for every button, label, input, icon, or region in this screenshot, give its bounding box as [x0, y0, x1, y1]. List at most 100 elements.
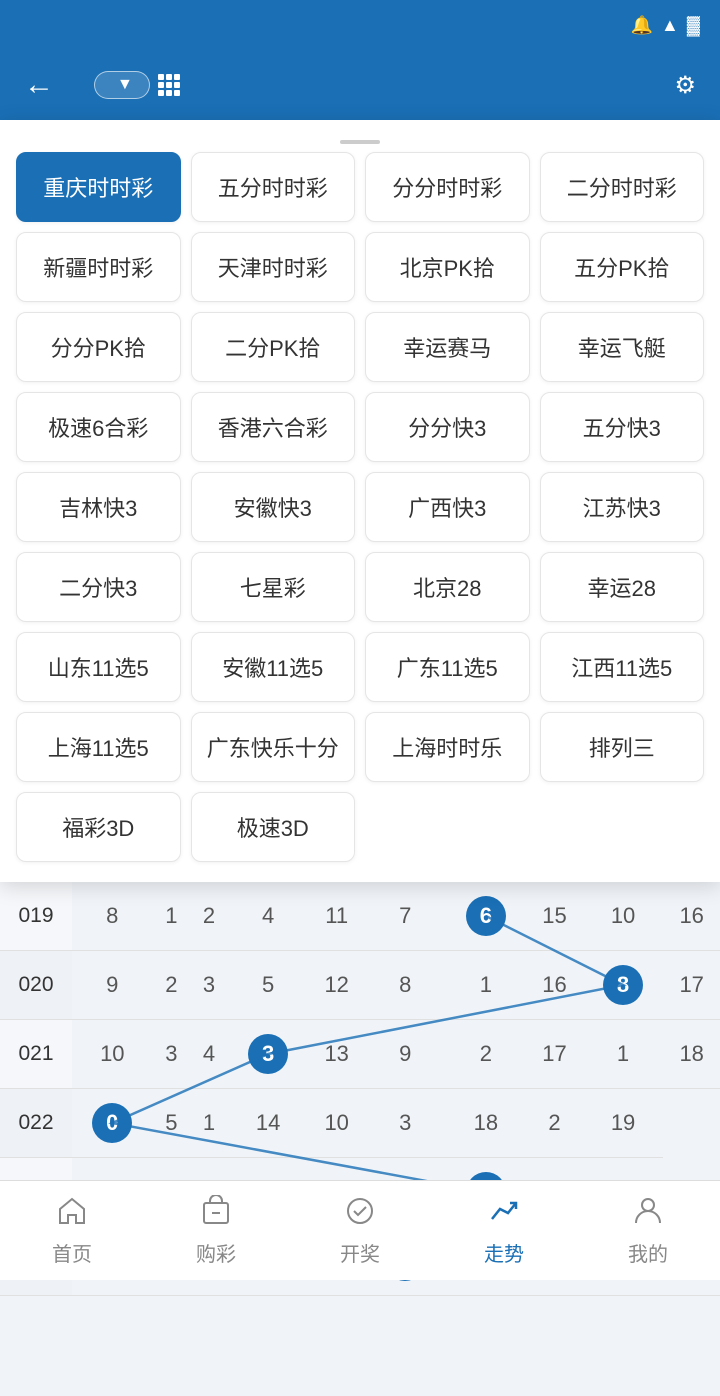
data-area: 0198124117615101602092351281168170211034…	[0, 882, 720, 1396]
data-cell: 3	[365, 1089, 446, 1158]
lottery-nav-icon	[200, 1195, 232, 1232]
data-cell: 5	[228, 951, 309, 1020]
game-item-g15[interactable]: 分分快3	[365, 392, 530, 462]
data-cell: 3	[153, 1020, 191, 1089]
status-icons: 🔔 ▲ ▓	[631, 15, 700, 36]
status-bar: 🔔 ▲ ▓	[0, 0, 720, 50]
game-item-g34[interactable]: 极速3D	[191, 792, 356, 862]
data-cell: 4	[228, 882, 309, 951]
game-item-g11[interactable]: 幸运赛马	[365, 312, 530, 382]
header-center: ▼	[86, 71, 662, 99]
highlight-circle: 0	[92, 1103, 132, 1143]
bottom-nav: 首页 购彩开奖走势 我的	[0, 1180, 720, 1280]
game-item-g14[interactable]: 香港六合彩	[191, 392, 356, 462]
data-cell: 4	[190, 1020, 228, 1089]
game-item-g6[interactable]: 天津时时彩	[191, 232, 356, 302]
game-item-g25[interactable]: 山东11选5	[16, 632, 181, 702]
home-nav-label: 首页	[52, 1238, 92, 1267]
nav-item-mine[interactable]: 我的	[576, 1181, 720, 1280]
data-cell: 3	[190, 951, 228, 1020]
data-cell: 17	[663, 951, 720, 1020]
game-item-g27[interactable]: 广东11选5	[365, 632, 530, 702]
game-item-g2[interactable]: 五分时时彩	[191, 152, 356, 222]
game-item-g29[interactable]: 上海11选5	[16, 712, 181, 782]
game-item-g21[interactable]: 二分快3	[16, 552, 181, 622]
highlight-circle: 8	[603, 965, 643, 1005]
data-cell: 10	[583, 882, 664, 951]
nav-item-lottery[interactable]: 购彩	[144, 1181, 288, 1280]
game-item-g5[interactable]: 新疆时时彩	[16, 232, 181, 302]
game-item-g24[interactable]: 幸运28	[540, 552, 705, 622]
data-cell: 0	[72, 1089, 153, 1158]
data-cell: 2	[153, 951, 191, 1020]
data-cell: 17	[526, 1020, 583, 1089]
highlight-circle: 3	[248, 1034, 288, 1074]
highlight-circle: 6	[466, 896, 506, 936]
back-button[interactable]: ←	[16, 64, 62, 106]
mine-nav-label: 我的	[628, 1238, 668, 1267]
game-item-g33[interactable]: 福彩3D	[16, 792, 181, 862]
period-cell: 022	[0, 1089, 72, 1158]
game-item-g1[interactable]: 重庆时时彩	[16, 152, 181, 222]
game-item-g23[interactable]: 北京28	[365, 552, 530, 622]
mine-nav-icon	[632, 1195, 664, 1232]
data-cell: 9	[365, 1020, 446, 1089]
grid-icon	[158, 74, 180, 96]
game-item-g7[interactable]: 北京PK拾	[365, 232, 530, 302]
data-cell: 13	[308, 1020, 365, 1089]
alarm-icon: 🔔	[631, 15, 653, 36]
data-cell: 2	[446, 1020, 527, 1089]
data-cell: 9	[72, 951, 153, 1020]
data-cell: 1	[190, 1089, 228, 1158]
game-item-g12[interactable]: 幸运飞艇	[540, 312, 705, 382]
game-item-g16[interactable]: 五分快3	[540, 392, 705, 462]
dropdown-button[interactable]: ▼	[94, 71, 150, 99]
game-item-g22[interactable]: 七星彩	[191, 552, 356, 622]
period-cell: 021	[0, 1020, 72, 1089]
game-item-g28[interactable]: 江西11选5	[540, 632, 705, 702]
dropdown-arrow-icon: ▼	[117, 76, 133, 94]
game-item-g17[interactable]: 吉林快3	[16, 472, 181, 542]
data-cell: 11	[308, 882, 365, 951]
game-item-g31[interactable]: 上海时时乐	[365, 712, 530, 782]
data-cell: 16	[663, 882, 720, 951]
game-item-g19[interactable]: 广西快3	[365, 472, 530, 542]
gear-icon[interactable]: ⚙	[674, 71, 696, 100]
game-grid: 重庆时时彩五分时时彩分分时时彩二分时时彩新疆时时彩天津时时彩北京PK拾五分PK拾…	[12, 152, 708, 862]
data-cell: 3	[228, 1020, 309, 1089]
wifi-icon: ▲	[661, 15, 679, 36]
game-item-g13[interactable]: 极速6合彩	[16, 392, 181, 462]
game-item-g20[interactable]: 江苏快3	[540, 472, 705, 542]
trend-nav-label: 走势	[484, 1238, 524, 1267]
data-cell: 1	[153, 882, 191, 951]
game-item-g26[interactable]: 安徽11选5	[191, 632, 356, 702]
game-item-g32[interactable]: 排列三	[540, 712, 705, 782]
data-cell: 18	[663, 1020, 720, 1089]
data-cell: 14	[228, 1089, 309, 1158]
scroll-indicator	[12, 136, 708, 152]
caizong-button[interactable]	[158, 74, 186, 96]
game-item-g9[interactable]: 分分PK拾	[16, 312, 181, 382]
data-cell: 1	[446, 951, 527, 1020]
data-cell: 18	[446, 1089, 527, 1158]
data-cell: 8	[583, 951, 664, 1020]
nav-item-home[interactable]: 首页	[0, 1181, 144, 1280]
data-cell: 5	[153, 1089, 191, 1158]
game-item-g10[interactable]: 二分PK拾	[191, 312, 356, 382]
game-item-g8[interactable]: 五分PK拾	[540, 232, 705, 302]
game-item-g4[interactable]: 二分时时彩	[540, 152, 705, 222]
trend-nav-icon	[488, 1195, 520, 1232]
game-item-g3[interactable]: 分分时时彩	[365, 152, 530, 222]
data-cell: 12	[308, 951, 365, 1020]
data-cell: 8	[365, 951, 446, 1020]
period-cell: 020	[0, 951, 72, 1020]
nav-item-trend[interactable]: 走势	[432, 1181, 576, 1280]
home-nav-icon	[56, 1195, 88, 1232]
game-item-g30[interactable]: 广东快乐十分	[191, 712, 356, 782]
nav-item-results[interactable]: 开奖	[288, 1181, 432, 1280]
data-cell: 1	[583, 1020, 664, 1089]
data-cell: 10	[72, 1020, 153, 1089]
data-cell: 16	[526, 951, 583, 1020]
data-cell: 2	[190, 882, 228, 951]
game-item-g18[interactable]: 安徽快3	[191, 472, 356, 542]
